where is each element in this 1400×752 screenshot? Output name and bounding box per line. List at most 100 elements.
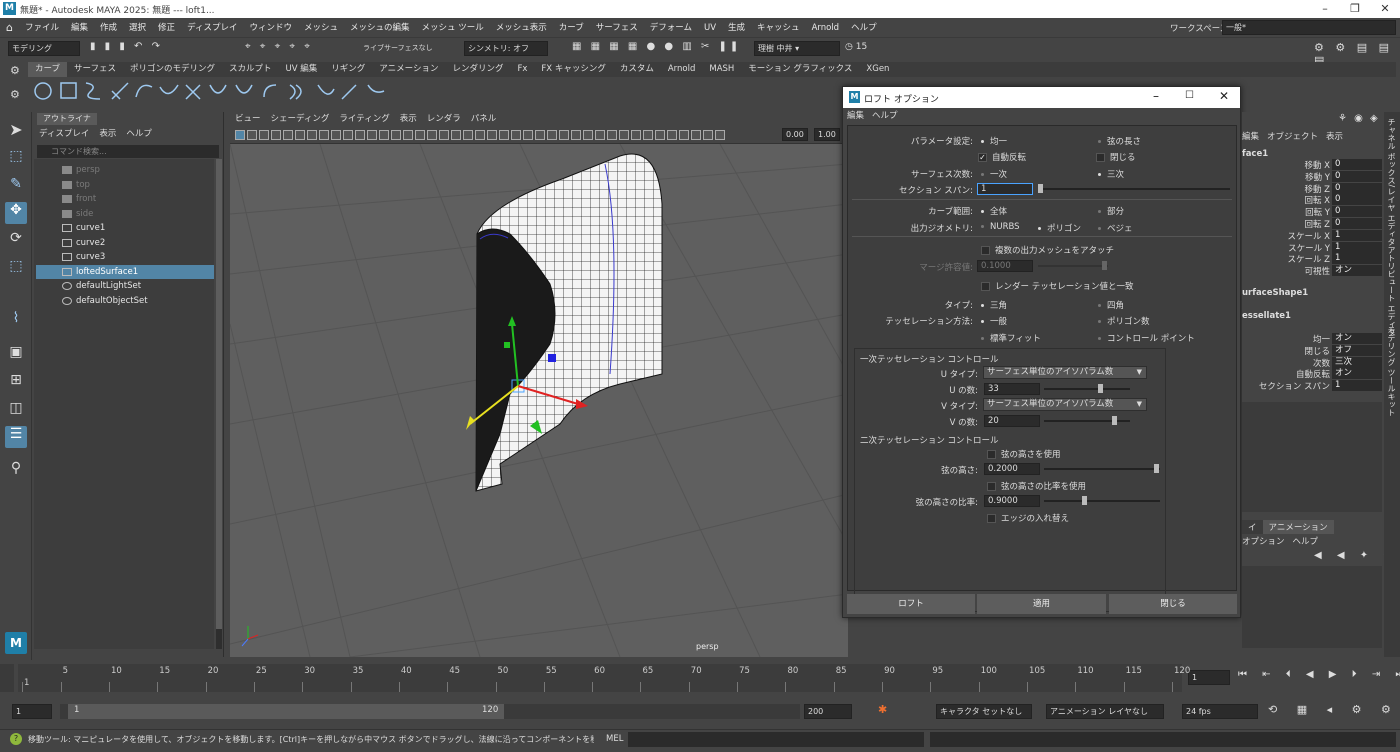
time-ruler[interactable]: 1 5 10 15 20 25 30 35 40 45 50 55 60 65 70 75 80 85 90 95 10… — [18, 664, 1190, 692]
anim-layer-select[interactable]: アニメーション レイヤなし — [1046, 704, 1164, 719]
channel-row[interactable]: 移動 Z0 — [1242, 182, 1382, 195]
attach-multiple-checkbox[interactable]: 複数の出力メッシュをアタッチ — [981, 244, 1114, 256]
outliner-item[interactable]: defaultObjectSet — [36, 294, 214, 308]
search-icon[interactable]: ⚲ — [5, 460, 27, 482]
file-icons[interactable]: ▮ ▮ ▮ ↶ ↷ — [90, 41, 163, 52]
range-bar[interactable] — [68, 704, 504, 719]
menu-mesh-display[interactable]: メッシュ表示 — [490, 18, 553, 38]
two-pane-icon[interactable]: ◫ — [5, 400, 27, 422]
side-tab-modeling-toolkit[interactable]: モデリング ツールキット — [1386, 326, 1397, 417]
rotate-tool-icon[interactable]: ⟳ — [5, 230, 27, 252]
shelf-tab-uv-editing[interactable]: UV 編集 — [279, 62, 325, 77]
channel-row[interactable]: スケール Y1 — [1242, 241, 1382, 254]
close-window-button[interactable]: ✕ — [1370, 0, 1400, 18]
channel-value[interactable]: 1 — [1332, 241, 1382, 253]
live-surface-value[interactable]: サーフェスなし — [384, 43, 433, 53]
four-pane-icon[interactable]: ⊞ — [5, 372, 27, 394]
cb-menu-show[interactable]: 表示 — [1326, 130, 1343, 142]
param-chord-radio[interactable]: 弦の長さ — [1098, 135, 1141, 147]
outliner-item[interactable]: curve3 — [36, 250, 214, 264]
close-button[interactable]: 閉じる — [1109, 594, 1237, 614]
channel-row[interactable]: 移動 Y0 — [1242, 170, 1382, 183]
workspace-select[interactable]: 一般* — [1222, 20, 1396, 35]
auto-reverse-checkbox[interactable]: ✓ 自動反転 — [978, 151, 1026, 163]
outliner-menu-help[interactable]: ヘルプ — [126, 127, 152, 139]
anim-end-field[interactable]: 200 — [804, 704, 852, 719]
fps-select[interactable]: 24 fps — [1182, 704, 1258, 719]
channel-value[interactable]: 0 — [1332, 194, 1382, 206]
paint-select-icon[interactable]: ✎ — [5, 176, 27, 198]
dialog-maximize-button[interactable]: ☐ — [1185, 90, 1194, 101]
use-chord-height-checkbox[interactable]: 弦の高さを使用 — [987, 448, 1061, 460]
shelf-tab-rigging[interactable]: リギング — [324, 62, 372, 77]
shelf-tab-surfaces[interactable]: サーフェス — [67, 62, 123, 77]
menu-edit-mesh[interactable]: メッシュの編集 — [344, 18, 416, 38]
channel-value[interactable]: 1 — [1332, 253, 1382, 265]
merge-tolerance-slider[interactable] — [1038, 261, 1108, 270]
menu-mesh-tools[interactable]: メッシュ ツール — [416, 18, 490, 38]
outliner-item[interactable]: side — [36, 207, 214, 221]
menu-mesh[interactable]: メッシュ — [298, 18, 344, 38]
channel-value[interactable]: 1 — [1332, 229, 1382, 241]
shelf-options-icon[interactable]: ⚙ — [10, 88, 20, 101]
channel-row[interactable]: スケール Z1 — [1242, 253, 1382, 265]
user-account[interactable]: 理樹 中井 ▾ — [754, 41, 840, 56]
channel-box-icons[interactable]: ⚘ ◉ ◈ — [1338, 113, 1380, 124]
type-quads-radio[interactable]: 四角 — [1098, 299, 1124, 311]
viewport-scene[interactable] — [230, 144, 848, 657]
outliner-scrollbar[interactable] — [216, 159, 222, 649]
outliner-menu-show[interactable]: 表示 — [99, 127, 116, 139]
channel-value[interactable]: 0 — [1332, 170, 1382, 182]
section-span-field[interactable]: 1 — [977, 183, 1033, 195]
shelf-tab-poly-modeling[interactable]: ポリゴンのモデリング — [123, 62, 222, 77]
output-bezier-radio[interactable]: ベジェ — [1098, 222, 1133, 234]
apply-button[interactable]: 適用 — [977, 594, 1106, 614]
range-track[interactable]: 1 120 — [60, 704, 800, 719]
channel-value[interactable]: 0 — [1332, 159, 1382, 170]
shelf-tab-custom[interactable]: カスタム — [613, 62, 661, 77]
single-pane-icon[interactable]: ▣ — [5, 344, 27, 366]
channel-value[interactable]: 0 — [1332, 182, 1382, 194]
channel-value[interactable]: オフ — [1332, 344, 1382, 356]
symmetry-select[interactable]: シンメトリ: オフ — [464, 41, 548, 56]
channel-row[interactable]: 移動 X0 — [1242, 159, 1382, 171]
menu-uv[interactable]: UV — [698, 18, 722, 38]
menu-modify[interactable]: 修正 — [152, 18, 181, 38]
channel-row[interactable]: 閉じる オフ — [1242, 344, 1382, 357]
tess-general-radio[interactable]: 一般 — [981, 315, 1007, 327]
chord-height-slider[interactable] — [1044, 464, 1160, 473]
channel-row[interactable]: セクション スパン 1 — [1242, 380, 1382, 392]
menu-arnold[interactable]: Arnold — [806, 18, 846, 38]
outliner-item[interactable]: top — [36, 178, 214, 192]
section-span-slider[interactable] — [1038, 184, 1230, 193]
exposure-field[interactable]: 0.00 — [782, 128, 808, 141]
shelf-icons[interactable] — [28, 77, 428, 107]
menu-curves[interactable]: カーブ — [553, 18, 590, 38]
menu-display[interactable]: ディスプレイ — [181, 18, 243, 38]
channel-row[interactable]: スケール X1 — [1242, 229, 1382, 242]
time-slider-handle[interactable] — [0, 664, 14, 692]
shelf-tab-animation[interactable]: アニメーション — [372, 62, 445, 77]
vp-menu-show[interactable]: 表示 — [400, 112, 417, 127]
channel-value[interactable]: 三次 — [1332, 356, 1382, 368]
menu-deform[interactable]: デフォーム — [644, 18, 698, 38]
shelf-tab-motion-graphics[interactable]: モーション グラフィックス — [741, 62, 859, 77]
select-mode-icons[interactable]: ⌖ ⌖ ⌖ ⌖ ⌖ — [245, 41, 313, 52]
outliner-tab[interactable]: アウトライナ — [37, 113, 97, 125]
channel-value[interactable]: 1 — [1332, 380, 1382, 392]
type-triangles-radio[interactable]: 三角 — [981, 299, 1007, 311]
output-nurbs-radio[interactable]: NURBS — [981, 222, 1020, 232]
outliner-menu-display[interactable]: ディスプレイ — [39, 127, 89, 139]
vp-menu-panels[interactable]: パネル — [471, 112, 497, 127]
cb-menu-object[interactable]: オブジェクト — [1267, 130, 1318, 142]
output-polygon-radio[interactable]: ポリゴン — [1038, 222, 1081, 234]
channel-row[interactable]: 回転 Y0 — [1242, 206, 1382, 218]
channel-row[interactable]: 自動反転 オン — [1242, 368, 1382, 380]
character-set-select[interactable]: キャラクタ セットなし — [936, 704, 1032, 719]
layer-menu-help[interactable]: ヘルプ — [1293, 535, 1319, 547]
home-icon[interactable]: ⌂ — [0, 18, 19, 38]
dialog-menu-edit[interactable]: 編集 — [847, 109, 864, 123]
shelf-tab-arnold[interactable]: Arnold — [661, 62, 703, 77]
menu-help[interactable]: ヘルプ — [845, 18, 883, 38]
curve-tool-icon[interactable]: ⌇ — [5, 310, 27, 332]
